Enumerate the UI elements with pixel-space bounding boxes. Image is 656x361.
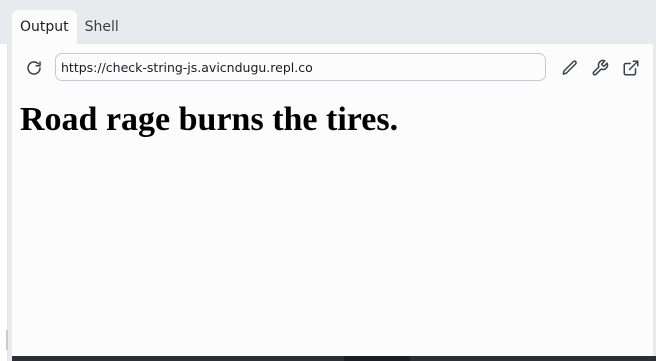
tab-bar: Output Shell bbox=[12, 10, 127, 44]
bottom-status-bar bbox=[12, 356, 656, 361]
gutter-resize-handle[interactable] bbox=[6, 330, 8, 350]
reload-icon[interactable] bbox=[22, 56, 46, 80]
output-panel: Road rage burns the tires. bbox=[12, 44, 653, 356]
tab-shell[interactable]: Shell bbox=[77, 10, 127, 44]
webview-content: Road rage burns the tires. bbox=[20, 100, 645, 140]
webview-toolbar bbox=[12, 44, 653, 92]
bottom-bar-segment bbox=[344, 356, 410, 361]
page-headline: Road rage burns the tires. bbox=[20, 101, 399, 138]
editor-gutter bbox=[0, 44, 8, 361]
pencil-icon[interactable] bbox=[558, 56, 582, 80]
url-input[interactable] bbox=[55, 53, 546, 81]
tab-output[interactable]: Output bbox=[12, 10, 77, 44]
wrench-icon[interactable] bbox=[588, 56, 612, 80]
replit-output-pane: Output Shell https://check-string-js.avi… bbox=[0, 0, 656, 361]
external-link-icon[interactable] bbox=[619, 56, 643, 80]
